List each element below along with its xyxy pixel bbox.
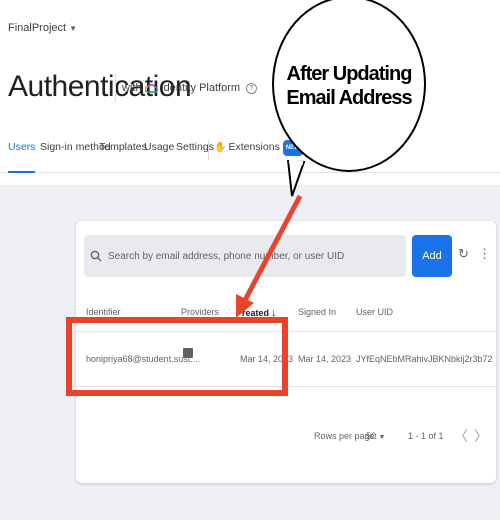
- callout-tail: [286, 160, 306, 197]
- annotation-line-1: After Updating: [286, 63, 413, 85]
- annotation-line-2: Email Address: [286, 87, 412, 109]
- annotation-text: After Updating Email Address: [272, 62, 426, 110]
